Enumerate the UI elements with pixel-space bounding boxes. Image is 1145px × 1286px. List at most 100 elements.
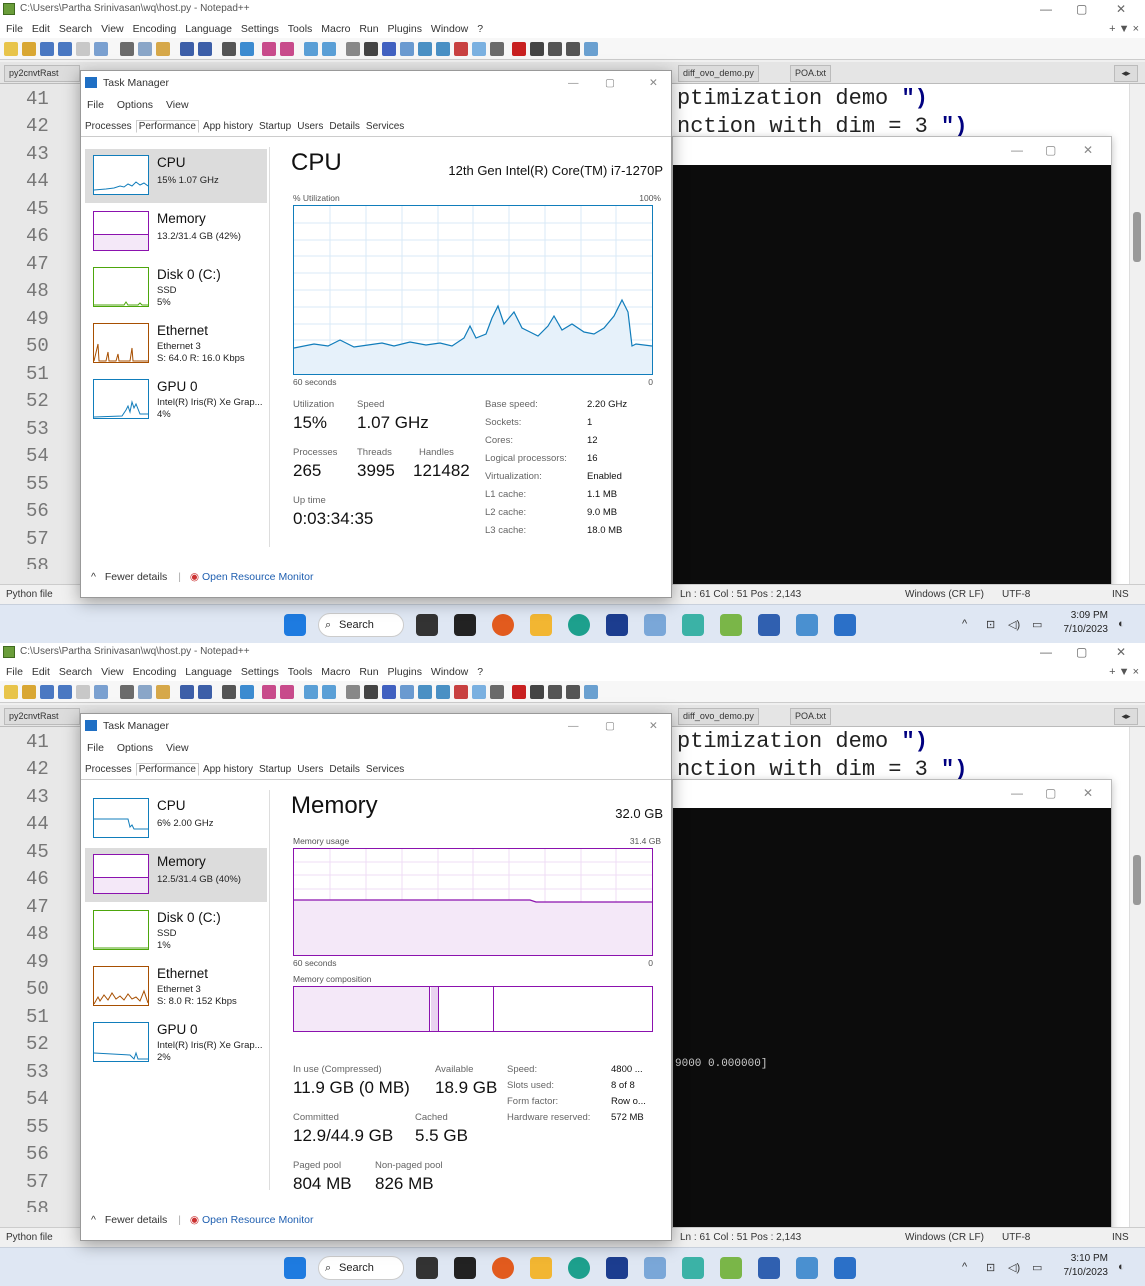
sync-v-icon[interactable]: [304, 685, 318, 699]
tab-services[interactable]: Services: [364, 764, 406, 775]
menu-window[interactable]: Window: [431, 666, 468, 678]
task-manager-taskbar-icon[interactable]: [796, 1257, 818, 1279]
open-file-icon[interactable]: [22, 685, 36, 699]
zoom-in-icon[interactable]: [262, 685, 276, 699]
powershell-icon[interactable]: [758, 614, 780, 636]
tab-diff-ovo-demo[interactable]: diff_ovo_demo.py: [678, 65, 759, 82]
menu-tools[interactable]: Tools: [288, 23, 313, 35]
teams-icon[interactable]: [606, 1257, 628, 1279]
close-file-icon[interactable]: [76, 42, 90, 56]
notepad-icon[interactable]: [644, 1257, 666, 1279]
func-list-icon[interactable]: [436, 42, 450, 56]
sidebar-item-memory[interactable]: Memory 12.5/31.4 GB (40%): [85, 848, 267, 902]
console-close-icon[interactable]: ✕: [1083, 143, 1093, 157]
cut-icon[interactable]: [120, 42, 134, 56]
fewer-details-link[interactable]: Fewer details: [105, 571, 167, 583]
menu-right-controls[interactable]: + ▼ ×: [1109, 20, 1139, 38]
python-icon[interactable]: [834, 1257, 856, 1279]
close-icon[interactable]: ✕: [1116, 0, 1126, 18]
undo-icon[interactable]: [180, 685, 194, 699]
record-macro-icon[interactable]: [512, 42, 526, 56]
copy-icon[interactable]: [138, 42, 152, 56]
redo-icon[interactable]: [198, 685, 212, 699]
maximize-icon[interactable]: ▢: [1076, 643, 1087, 661]
menu-right-controls[interactable]: + ▼ ×: [1109, 663, 1139, 681]
menu-window[interactable]: Window: [431, 23, 468, 35]
close-file-icon[interactable]: [76, 685, 90, 699]
tab-details[interactable]: Details: [327, 764, 362, 775]
python-icon[interactable]: [834, 614, 856, 636]
console-window[interactable]: — ▢ ✕ 9000 0.000000]: [672, 779, 1112, 1237]
save-icon[interactable]: [40, 42, 54, 56]
network-icon[interactable]: ⊡: [986, 618, 995, 631]
tab-users[interactable]: Users: [295, 764, 325, 775]
sidebar-item-ethernet[interactable]: Ethernet Ethernet 3 S: 64.0 R: 16.0 Kbps: [85, 317, 267, 371]
eye-icon[interactable]: [490, 685, 504, 699]
tm-menu-view[interactable]: View: [166, 742, 189, 754]
tab-poa[interactable]: POA.txt: [790, 708, 832, 725]
task-view-icon[interactable]: [416, 614, 438, 636]
taskbar-clock[interactable]: 3:10 PM 7/10/2023: [1056, 1252, 1109, 1280]
tab-services[interactable]: Services: [364, 121, 406, 132]
menu-edit[interactable]: Edit: [32, 23, 50, 35]
chevron-up-icon[interactable]: ^: [91, 571, 96, 583]
indent-guide-icon[interactable]: [382, 42, 396, 56]
sidebar-item-gpu[interactable]: GPU 0 Intel(R) Iris(R) Xe Grap... 2%: [85, 1016, 267, 1070]
sidebar-item-cpu[interactable]: CPU 15% 1.07 GHz: [85, 149, 267, 203]
menu-tools[interactable]: Tools: [288, 666, 313, 678]
sidebar-item-gpu[interactable]: GPU 0 Intel(R) Iris(R) Xe Grap... 4%: [85, 373, 267, 427]
task-manager-taskbar-icon[interactable]: [796, 614, 818, 636]
tab-py2cnvtrast[interactable]: py2cnvtRast: [4, 708, 80, 725]
monitor-icon[interactable]: [472, 685, 486, 699]
save-icon[interactable]: [40, 685, 54, 699]
console-minimize-icon[interactable]: —: [1011, 786, 1023, 800]
notification-icon[interactable]: ◐: [1118, 1261, 1125, 1273]
save-macro-icon[interactable]: [584, 685, 598, 699]
tm-menu-options[interactable]: Options: [117, 742, 153, 754]
record-macro-icon[interactable]: [512, 685, 526, 699]
file-explorer-icon[interactable]: [530, 614, 552, 636]
tm-close-icon[interactable]: ✕: [649, 71, 658, 95]
sync-h-icon[interactable]: [322, 42, 336, 56]
menu-edit[interactable]: Edit: [32, 666, 50, 678]
console-close-icon[interactable]: ✕: [1083, 786, 1093, 800]
cut-icon[interactable]: [120, 685, 134, 699]
eye-icon[interactable]: [490, 42, 504, 56]
app-plus-icon[interactable]: [682, 1257, 704, 1279]
new-file-icon[interactable]: [4, 685, 18, 699]
scroll-thumb[interactable]: [1133, 855, 1141, 905]
tab-users[interactable]: Users: [295, 121, 325, 132]
notepadpp-icon[interactable]: [720, 614, 742, 636]
run-macro-icon[interactable]: [566, 685, 580, 699]
menu-settings[interactable]: Settings: [241, 23, 279, 35]
zoom-out-icon[interactable]: [280, 685, 294, 699]
battery-icon[interactable]: ▭: [1032, 618, 1042, 631]
maximize-icon[interactable]: ▢: [1076, 0, 1087, 18]
console-minimize-icon[interactable]: —: [1011, 143, 1023, 157]
menu-file[interactable]: File: [6, 666, 23, 678]
console-maximize-icon[interactable]: ▢: [1045, 786, 1056, 800]
edge-icon[interactable]: [568, 614, 590, 636]
folder-workspace-icon[interactable]: [454, 42, 468, 56]
tm-minimize-icon[interactable]: —: [568, 71, 579, 95]
taskbar-clock[interactable]: 3:09 PM 7/10/2023: [1056, 609, 1109, 637]
battery-icon[interactable]: ▭: [1032, 1261, 1042, 1274]
doc-map-icon[interactable]: [418, 42, 432, 56]
sync-h-icon[interactable]: [322, 685, 336, 699]
undo-icon[interactable]: [180, 42, 194, 56]
udl-icon[interactable]: [400, 685, 414, 699]
tm-menu-options[interactable]: Options: [117, 99, 153, 111]
menu-settings[interactable]: Settings: [241, 666, 279, 678]
menu-search[interactable]: Search: [59, 23, 92, 35]
indent-guide-icon[interactable]: [382, 685, 396, 699]
teams-icon[interactable]: [606, 614, 628, 636]
menu-search[interactable]: Search: [59, 666, 92, 678]
tab-details[interactable]: Details: [327, 121, 362, 132]
zoom-out-icon[interactable]: [280, 42, 294, 56]
all-chars-icon[interactable]: [364, 685, 378, 699]
tab-poa[interactable]: POA.txt: [790, 65, 832, 82]
wrap-icon[interactable]: [346, 42, 360, 56]
tab-scroll-arrows-icon[interactable]: ◂▸: [1114, 65, 1138, 82]
monitor-icon[interactable]: [472, 42, 486, 56]
tab-diff-ovo-demo[interactable]: diff_ovo_demo.py: [678, 708, 759, 725]
